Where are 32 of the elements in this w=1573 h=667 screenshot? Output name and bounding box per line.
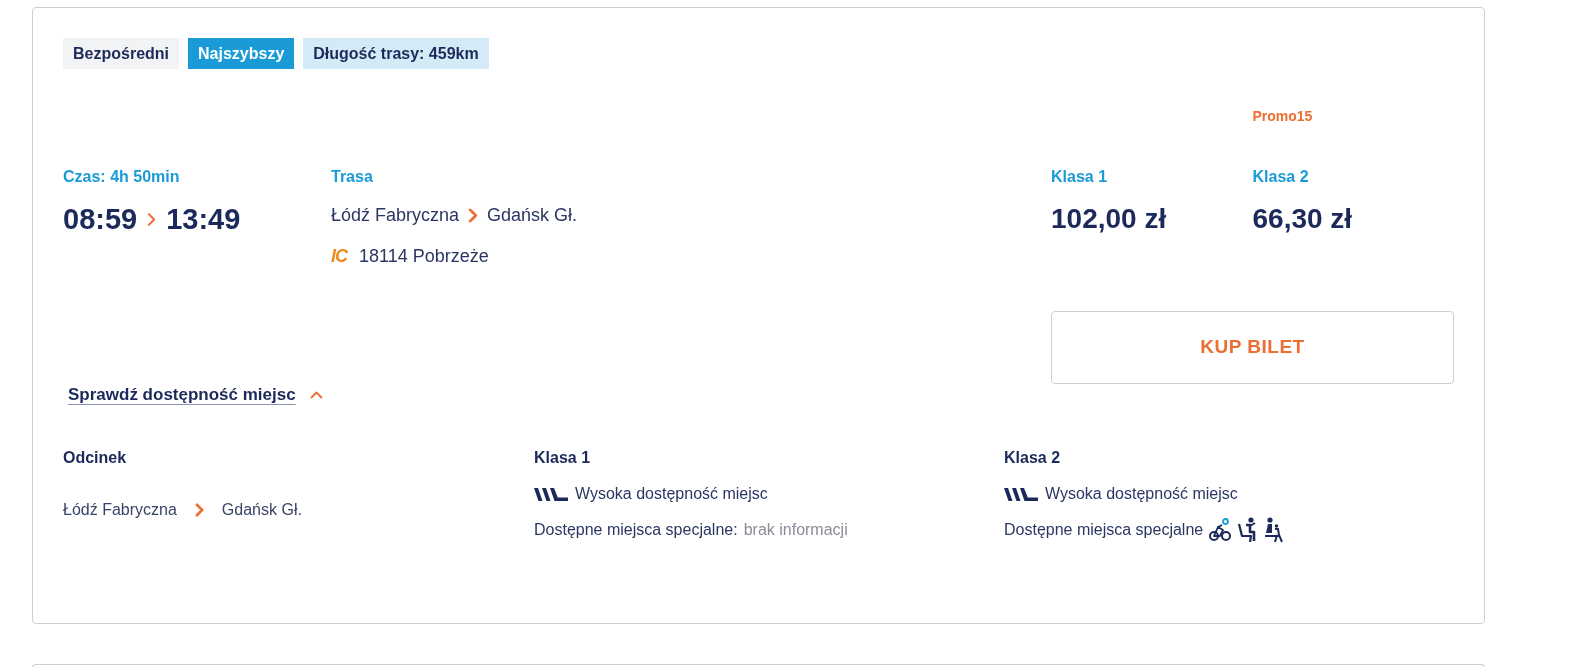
class-heading: Klasa 2 [1252, 168, 1309, 186]
availability-toggle-link[interactable]: Sprawdź dostępność miejsc [68, 384, 296, 406]
station-name: Łódź Fabryczna [331, 204, 460, 227]
column-heading: Odcinek [63, 449, 127, 467]
tag: Najszybszy [188, 38, 295, 69]
tag: Długość trasy: 459km [303, 38, 489, 69]
promo-label: Promo15 [1252, 108, 1313, 124]
arrival-time: 13:49 [166, 203, 241, 235]
duration-label: Czas: 4h 50min [63, 168, 180, 186]
station-name: Łódź Fabryczna [63, 500, 177, 520]
column-heading: Klasa 1 [534, 449, 591, 467]
special-places-label: Dostępne miejsca specjalne [1004, 520, 1204, 540]
availability-status: Wysoka dostępność miejsc [575, 484, 768, 504]
station-name: Gdańsk Gł. [487, 204, 578, 227]
chevron-right-icon [468, 207, 479, 223]
tag: Bezpośredni [63, 38, 179, 69]
departure-time: 08:59 [63, 203, 138, 235]
chevron-right-icon [147, 211, 157, 227]
seat-bars-icon [534, 487, 568, 501]
availability-status: Wysoka dostępność miejsc [1045, 484, 1238, 504]
special-places-label: Dostępne miejsca specjalne: [534, 520, 738, 540]
class-heading: Klasa 1 [1051, 168, 1108, 186]
route-heading: Trasa [331, 168, 373, 186]
train-name: 18114 Pobrzeże [359, 245, 489, 268]
carrier-logo: IC [331, 245, 347, 267]
special-places-value: brak informacji [743, 520, 848, 540]
station-name: Gdańsk Gł. [221, 500, 302, 520]
price: 66,30 zł [1252, 203, 1353, 235]
chevron-right-icon [194, 503, 204, 517]
column-heading: Klasa 2 [1004, 449, 1061, 467]
price: 102,00 zł [1051, 203, 1167, 235]
seat-bars-icon [1004, 487, 1038, 501]
